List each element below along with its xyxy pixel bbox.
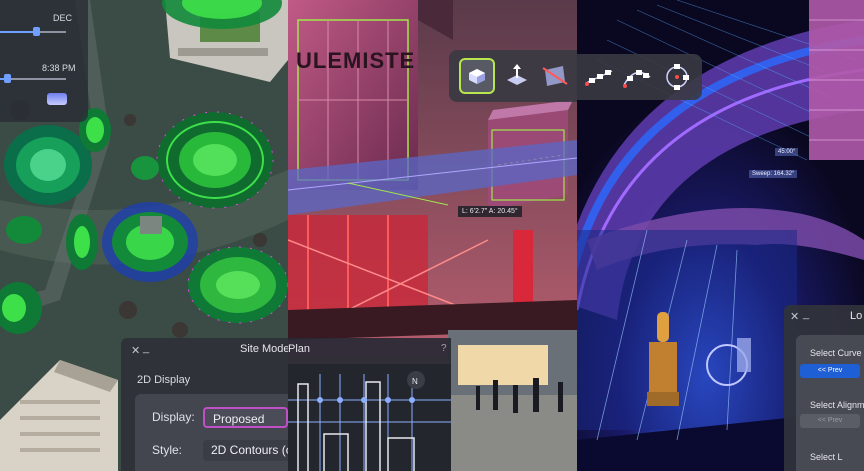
night-sky-icon[interactable]: [47, 93, 67, 105]
building-sign: ULEMISTE: [296, 48, 415, 73]
alignment-prev-button[interactable]: << Prev: [800, 414, 860, 428]
chandelier-truss: [809, 0, 864, 160]
sweep-label: Sweep: 164.32°: [749, 170, 798, 178]
stage-model-panel: 45.00° Sweep: 164.32° ✕ _ Lo Select Curv…: [577, 0, 864, 471]
path-array-icon[interactable]: [621, 61, 653, 93]
contour-planter: [102, 202, 198, 282]
angle-label: 45.00°: [775, 148, 799, 156]
selection-group: Select Curve Select Alignmen Select L: [796, 335, 864, 471]
time-of-day-widget: DEC 8:38 PM: [0, 0, 88, 122]
floor-plan-view: N: [288, 364, 451, 471]
linear-array-icon[interactable]: [583, 61, 615, 93]
close-icon[interactable]: ✕: [790, 310, 799, 323]
month-label: DEC: [53, 13, 73, 23]
dialog-header: ✕ _ Site Model: [121, 338, 288, 364]
select-alignment-label: Select Alignmen: [810, 400, 864, 410]
plan-dialog: Plan ? N: [288, 338, 451, 471]
select-curve-label: Select Curve: [810, 348, 862, 358]
north-arrow-label: N: [412, 377, 418, 386]
box-tool-icon[interactable]: [459, 58, 495, 94]
dialog-title: Plan: [288, 343, 311, 355]
push-pull-icon[interactable]: [499, 58, 535, 94]
dialog-title: Lo: [850, 310, 863, 322]
contour-planter: [4, 125, 92, 205]
modeling-toolbar: [449, 50, 577, 102]
section-plane-icon[interactable]: [537, 58, 573, 94]
site-model-panel: DEC 8:38 PM ✕ _ Site Model 2D Display Di…: [0, 0, 288, 471]
display-select[interactable]: Proposed: [203, 407, 288, 428]
style-label: Style:: [152, 443, 183, 457]
select-label-partial: Select L: [810, 452, 843, 462]
help-icon[interactable]: ?: [441, 343, 447, 354]
minimize-icon[interactable]: _: [803, 308, 809, 320]
minimize-icon[interactable]: _: [143, 342, 149, 354]
time-slider-thumb[interactable]: [4, 74, 11, 83]
month-slider-fill: [0, 31, 36, 33]
section-title: 2D Display: [137, 374, 191, 386]
array-toolbar: [577, 54, 702, 100]
display-settings-group: Display: Proposed Style: 2D Contours (c: [135, 394, 288, 471]
dialog-title: Site Model: [240, 343, 288, 355]
building-model-panel: ULEMISTE L: 6'2.7" A: 20.45° Plan ? N: [288, 0, 577, 471]
time-label: 8:38 PM: [42, 63, 76, 73]
contour-planter: [156, 111, 274, 209]
month-slider-thumb[interactable]: [33, 27, 40, 36]
measurement-label: L: 6'2.7" A: 20.45°: [458, 206, 522, 217]
polar-array-icon[interactable]: [661, 61, 693, 93]
site-model-dialog: ✕ _ Site Model 2D Display Display: Propo…: [121, 338, 288, 471]
curve-prev-button[interactable]: << Prev: [800, 364, 860, 378]
display-label: Display:: [152, 410, 195, 424]
street-scene: [448, 330, 577, 471]
close-icon[interactable]: ✕: [131, 344, 140, 357]
contour-planter: [187, 246, 288, 324]
style-select[interactable]: 2D Contours (c: [203, 440, 288, 461]
locate-dialog: ✕ _ Lo Select Curve Select Alignmen Sele…: [784, 305, 864, 471]
